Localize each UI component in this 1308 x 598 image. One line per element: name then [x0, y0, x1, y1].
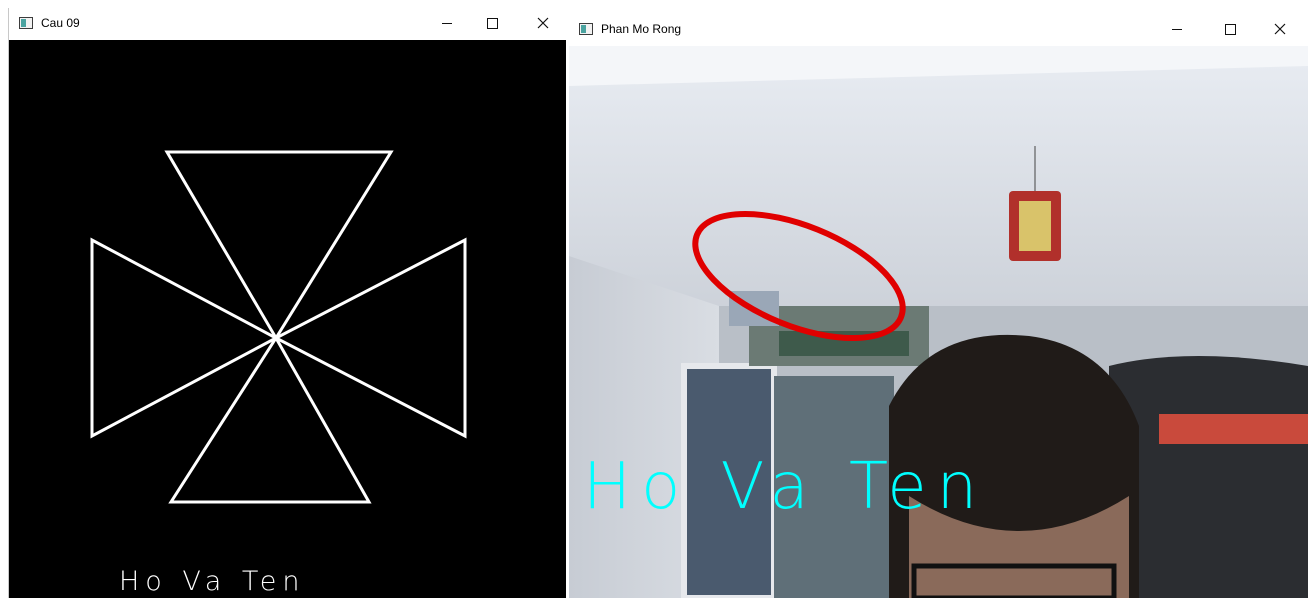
bowtie-shapes [90, 150, 467, 504]
window-title: Phan Mo Rong [601, 22, 682, 36]
overlay-name-text: Ho Va Ten [583, 450, 988, 524]
window-phan-mo-rong: Phan Mo Rong Ho Va Ten [569, 12, 1308, 598]
close-icon[interactable] [1257, 12, 1303, 46]
right-triangle [272, 237, 467, 439]
title-bar[interactable]: Cau 09 [9, 8, 565, 38]
red-object [1159, 414, 1308, 444]
window-app-icon[interactable] [19, 17, 33, 29]
window-cau-09: Cau 09 Ho Va Ten [8, 8, 566, 598]
minimize-icon[interactable] [1154, 12, 1200, 46]
window-app-icon[interactable] [579, 23, 593, 35]
minimize-icon[interactable] [424, 8, 470, 38]
bottom-triangle [168, 335, 372, 504]
maximize-icon[interactable] [469, 8, 515, 38]
drawing-canvas: Ho Va Ten [9, 40, 566, 598]
title-bar[interactable]: Phan Mo Rong [569, 12, 1308, 46]
maximize-icon[interactable] [1207, 12, 1253, 46]
shelf-items [779, 331, 909, 356]
webcam-frame: Ho Va Ten [569, 46, 1308, 598]
left-triangle [90, 237, 280, 439]
close-icon[interactable] [520, 8, 566, 38]
lantern-panel [1019, 201, 1051, 251]
window-title: Cau 09 [41, 16, 80, 30]
overlay-name-text: Ho Va Ten [119, 566, 306, 597]
top-triangle [164, 150, 394, 341]
